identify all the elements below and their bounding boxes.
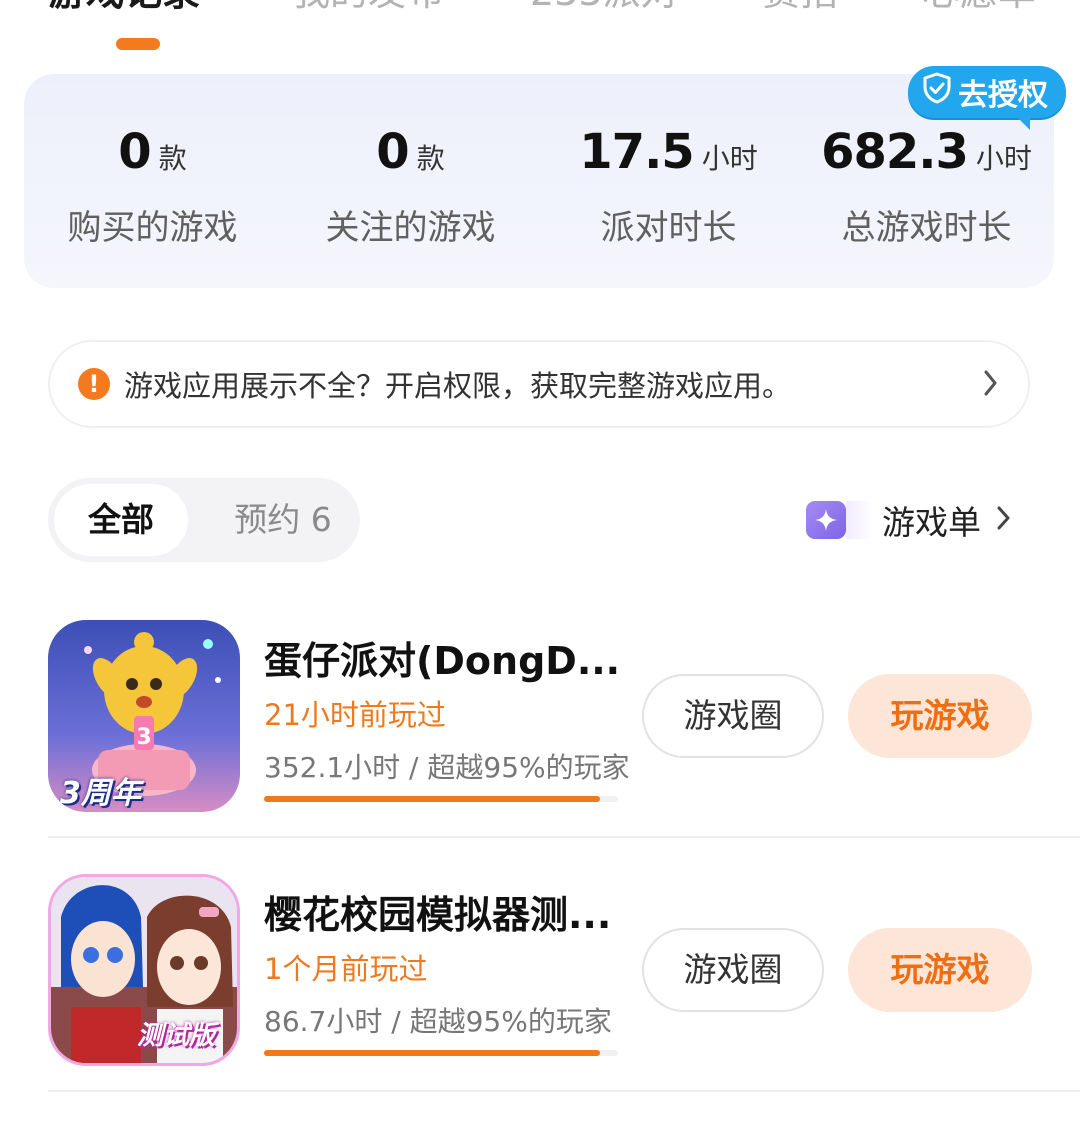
stats-card: 0款 购买的游戏 0款 关注的游戏 17.5 小时 派对时长 682.3 小时 总游… bbox=[24, 66, 1066, 288]
sparkle-icon bbox=[806, 501, 874, 539]
stat-label: 派对时长 bbox=[600, 208, 737, 248]
play-game-button[interactable]: 玩游戏 bbox=[848, 674, 1032, 758]
authorize-button[interactable]: 去授权 bbox=[908, 66, 1066, 130]
stat-unit: 款 bbox=[158, 142, 187, 175]
game-icon-eggy-party[interactable]: 3 3周年 bbox=[48, 620, 240, 812]
filter-reserved[interactable]: 预约 6 bbox=[218, 484, 348, 556]
progress-fill bbox=[264, 1050, 601, 1056]
chevron-right-icon bbox=[995, 502, 1013, 538]
filter-all[interactable]: 全部 bbox=[54, 484, 188, 556]
row-divider bbox=[48, 836, 1080, 838]
play-game-button[interactable]: 玩游戏 bbox=[848, 928, 1032, 1012]
icon-badge-text: 测试版 bbox=[137, 1021, 216, 1051]
play-hours-text: 352.1小时 / 超越95%的玩家 bbox=[264, 751, 630, 784]
permission-notice[interactable]: ! 游戏应用展示不全？开启权限，获取完整游戏应用。 bbox=[48, 340, 1030, 428]
active-tab-indicator bbox=[116, 38, 160, 50]
stat-total-hours[interactable]: 682.3 小时 总游戏时长 bbox=[798, 124, 1055, 249]
stat-value: 682.3 bbox=[821, 124, 969, 180]
last-played-text: 21小时前玩过 bbox=[264, 698, 446, 732]
stat-party-hours[interactable]: 17.5 小时 派对时长 bbox=[540, 124, 797, 249]
svg-text:3: 3 bbox=[136, 725, 151, 750]
tab-my-posts[interactable]: 我的发布 bbox=[292, 0, 444, 12]
icon-badge-text: 3周年 bbox=[60, 776, 141, 811]
stat-value: 0 bbox=[118, 124, 151, 180]
stat-value: 0 bbox=[376, 124, 409, 180]
playtime-progress-bar bbox=[264, 796, 618, 802]
authorize-label: 去授权 bbox=[958, 78, 1048, 113]
game-list-label: 游戏单 bbox=[882, 503, 981, 542]
game-circle-button[interactable]: 游戏圈 bbox=[642, 674, 824, 758]
stat-purchased-games[interactable]: 0款 购买的游戏 bbox=[24, 124, 281, 249]
stat-value: 17.5 bbox=[579, 124, 694, 180]
game-title: 樱花校园模拟器测... bbox=[264, 893, 612, 937]
exclamation-icon: ! bbox=[78, 368, 110, 400]
tab-wishlist[interactable]: 心愿单 bbox=[922, 0, 1036, 12]
stat-unit: 小时 bbox=[975, 142, 1032, 175]
stat-unit: 款 bbox=[416, 142, 445, 175]
tab-guide[interactable]: 赛指 bbox=[762, 0, 838, 12]
stat-unit: 小时 bbox=[701, 142, 758, 175]
stat-label: 购买的游戏 bbox=[67, 208, 238, 248]
top-tab-bar: 游戏记录 我的发布 233派对 赛指 心愿单 bbox=[0, 0, 1080, 32]
stat-label: 总游戏时长 bbox=[841, 208, 1012, 248]
filter-segment: 全部 预约 6 bbox=[48, 478, 360, 562]
game-title: 蛋仔派对(DongD... bbox=[264, 639, 621, 683]
game-icon-sakura-school[interactable]: 测试版 bbox=[48, 874, 240, 1066]
progress-fill bbox=[264, 796, 601, 802]
shield-check-icon bbox=[922, 72, 952, 112]
chevron-right-icon bbox=[982, 366, 1000, 404]
tab-game-records[interactable]: 游戏记录 bbox=[48, 0, 200, 12]
stat-followed-games[interactable]: 0款 关注的游戏 bbox=[282, 124, 539, 249]
notice-text: 游戏应用展示不全？开启权限，获取完整游戏应用。 bbox=[124, 369, 792, 403]
tab-233-party[interactable]: 233派对 bbox=[530, 0, 679, 12]
playtime-progress-bar bbox=[264, 1050, 618, 1056]
game-list-link[interactable]: 游戏单 bbox=[806, 500, 1013, 542]
row-divider bbox=[48, 1090, 1080, 1092]
stat-label: 关注的游戏 bbox=[325, 208, 496, 248]
play-hours-text: 86.7小时 / 超越95%的玩家 bbox=[264, 1005, 612, 1038]
game-circle-button[interactable]: 游戏圈 bbox=[642, 928, 824, 1012]
last-played-text: 1个月前玩过 bbox=[264, 952, 428, 986]
